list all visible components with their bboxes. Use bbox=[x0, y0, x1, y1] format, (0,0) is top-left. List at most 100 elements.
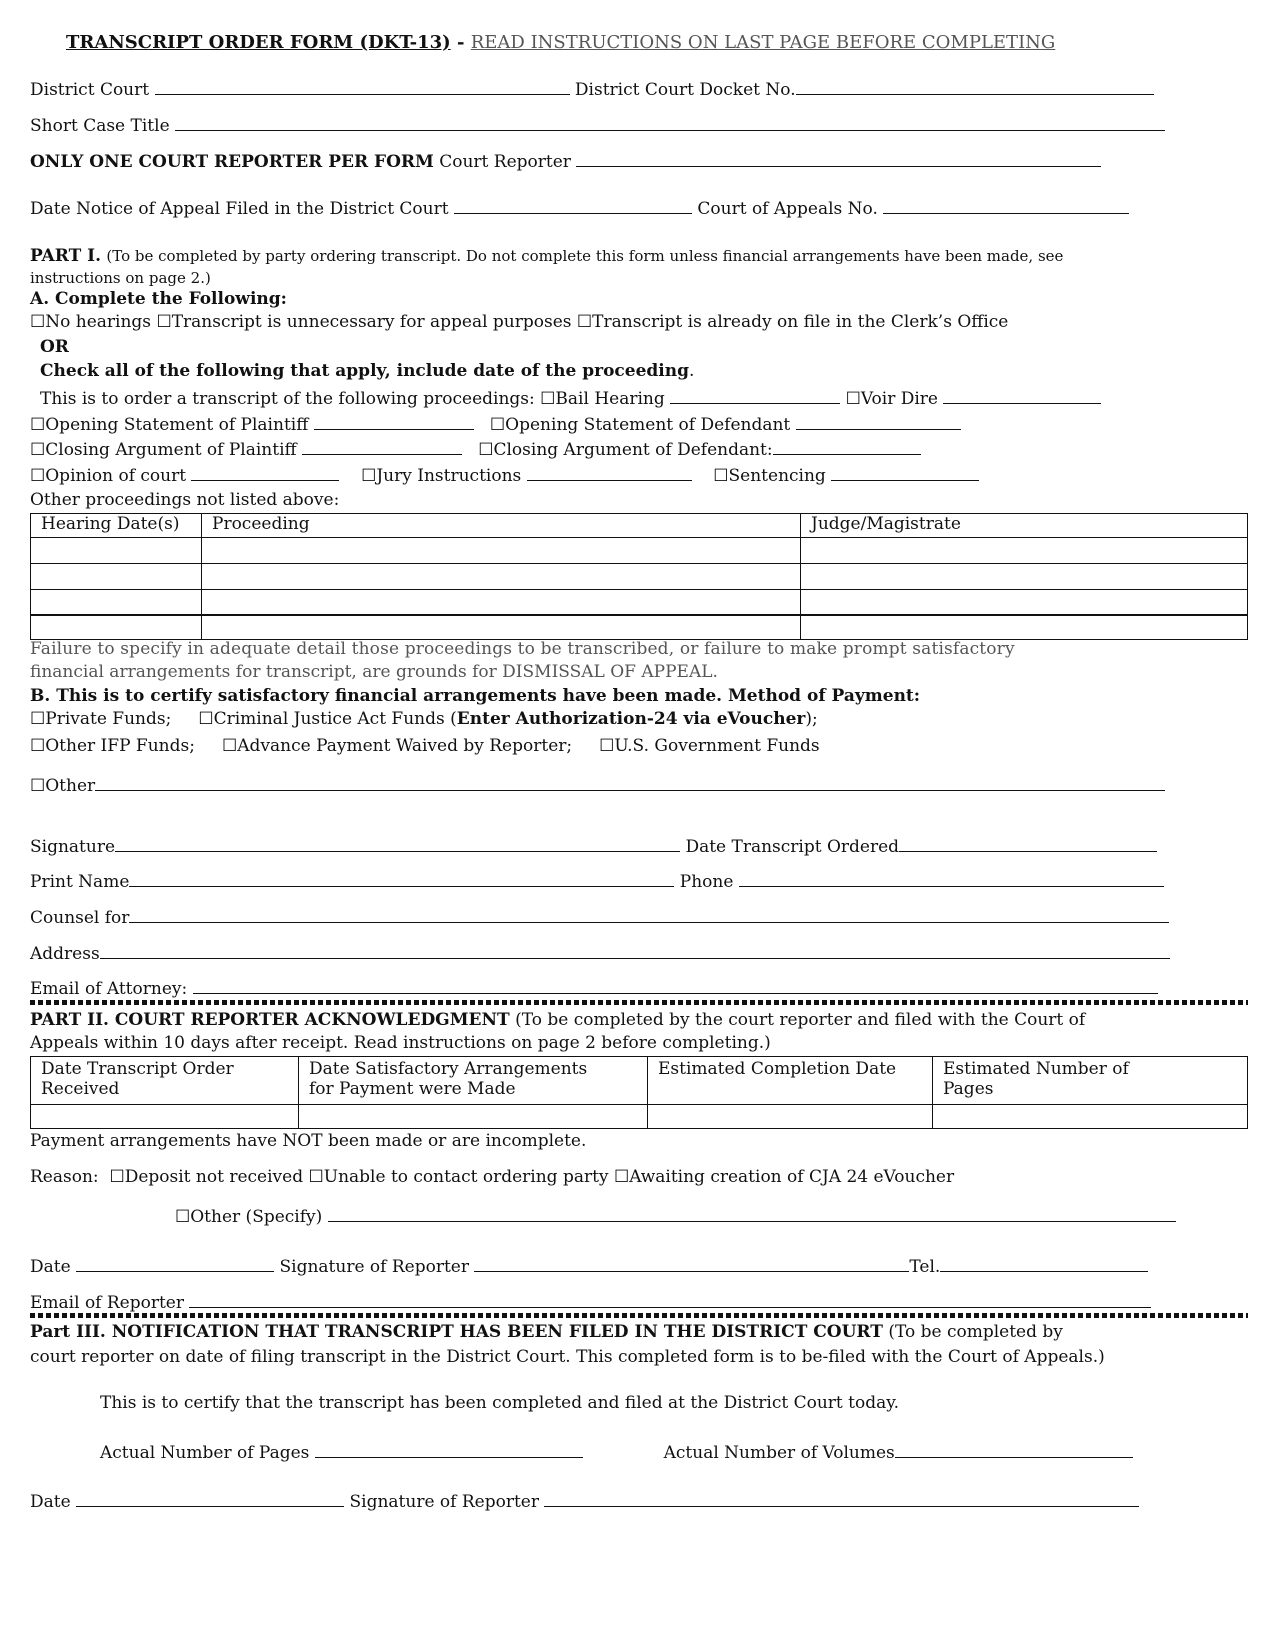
filing-date-label: Date bbox=[30, 1492, 71, 1512]
transcript-unnecessary-label: Transcript is unnecessary for appeal pur… bbox=[171, 312, 572, 332]
bail-hearing-date-field[interactable] bbox=[670, 387, 841, 404]
notice-date-field[interactable] bbox=[453, 197, 692, 214]
filing-date-field[interactable] bbox=[76, 1490, 345, 1507]
proceeding-cell[interactable] bbox=[201, 563, 801, 590]
payment-other-field[interactable] bbox=[95, 774, 1166, 791]
reason-other-field[interactable] bbox=[327, 1205, 1176, 1222]
transcript-on-file-checkbox[interactable]: ☐Transcript is already on file in the Cl… bbox=[577, 312, 1008, 332]
header-line: Received bbox=[41, 1079, 120, 1099]
closing-defendant-date-field[interactable] bbox=[772, 438, 921, 455]
docket-no-field[interactable] bbox=[795, 78, 1154, 95]
jury-instructions-date-field[interactable] bbox=[526, 464, 692, 481]
checkbox-icon: ☐ bbox=[221, 736, 238, 756]
print-name-row: Print Name Phone bbox=[30, 870, 1164, 892]
form-title: TRANSCRIPT ORDER FORM (DKT-13) - READ IN… bbox=[66, 32, 1055, 53]
part3-intro: Part III. NOTIFICATION THAT TRANSCRIPT H… bbox=[30, 1322, 1063, 1342]
proceeding-cell[interactable] bbox=[201, 589, 801, 615]
reason-other-checkbox[interactable]: ☐Other (Specify) bbox=[175, 1207, 322, 1227]
awaiting-evoucher-checkbox[interactable]: ☐Awaiting creation of CJA 24 eVoucher bbox=[614, 1167, 954, 1187]
checkbox-icon: ☐ bbox=[613, 1167, 630, 1187]
gov-funds-checkbox[interactable]: ☐U.S. Government Funds bbox=[599, 736, 820, 756]
unable-contact-label: Unable to contact ordering party bbox=[323, 1167, 609, 1187]
estimated-pages-cell[interactable] bbox=[932, 1104, 1248, 1129]
payment-row-2: ☐Other IFP Funds; ☐Advance Payment Waive… bbox=[30, 736, 820, 756]
closing-plaintiff-date-field[interactable] bbox=[302, 438, 463, 455]
payment-waived-checkbox[interactable]: ☐Advance Payment Waived by Reporter; bbox=[222, 736, 572, 756]
signature-field[interactable] bbox=[115, 835, 681, 852]
part1-heading: PART I. bbox=[30, 246, 102, 266]
short-case-title-row: Short Case Title bbox=[30, 114, 1166, 136]
table-row bbox=[30, 563, 1248, 590]
reporter-signature-field[interactable] bbox=[474, 1255, 910, 1272]
bail-hearing-checkbox[interactable]: ☐Bail Hearing bbox=[540, 389, 665, 409]
checkbox-icon: ☐ bbox=[109, 1167, 125, 1187]
opening-defendant-date-field[interactable] bbox=[795, 413, 961, 430]
appeals-no-field[interactable] bbox=[883, 197, 1130, 214]
order-received-cell[interactable] bbox=[30, 1104, 299, 1129]
opening-defendant-checkbox[interactable]: ☐Opening Statement of Defendant bbox=[490, 415, 790, 435]
judge-cell[interactable] bbox=[800, 613, 1248, 640]
cja-funds-checkbox[interactable]: ☐Criminal Justice Act Funds (Enter Autho… bbox=[198, 709, 817, 729]
phone-field[interactable] bbox=[738, 870, 1164, 887]
reporter-tel-field[interactable] bbox=[940, 1255, 1149, 1272]
address-field[interactable] bbox=[99, 942, 1170, 959]
payment-row-1: ☐Private Funds; ☐Criminal Justice Act Fu… bbox=[30, 709, 818, 729]
hearing-date-cell[interactable] bbox=[30, 563, 202, 590]
hearing-date-cell[interactable] bbox=[30, 613, 202, 640]
print-name-label: Print Name bbox=[30, 872, 130, 892]
opinion-date-field[interactable] bbox=[191, 464, 340, 481]
ifp-funds-checkbox[interactable]: ☐Other IFP Funds; bbox=[30, 736, 195, 756]
email-attorney-field[interactable] bbox=[192, 977, 1158, 994]
opening-plaintiff-date-field[interactable] bbox=[313, 413, 474, 430]
other-proceedings-table: Hearing Date(s) Proceeding Judge/Magistr… bbox=[30, 513, 1248, 640]
counsel-for-field[interactable] bbox=[129, 906, 1170, 923]
other-proceedings-label: Other proceedings not listed above: bbox=[30, 490, 340, 510]
proceeding-cell[interactable] bbox=[201, 537, 801, 564]
actual-pages-field[interactable] bbox=[314, 1441, 583, 1458]
checkbox-icon: ☐ bbox=[599, 736, 615, 756]
checkbox-icon: ☐ bbox=[175, 1207, 191, 1227]
address-label: Address bbox=[30, 944, 100, 964]
header-proceeding: Proceeding bbox=[201, 513, 801, 538]
voir-dire-date-field[interactable] bbox=[943, 387, 1102, 404]
part2-intro: PART II. COURT REPORTER ACKNOWLEDGMENT (… bbox=[30, 1010, 1085, 1030]
print-name-field[interactable] bbox=[129, 870, 675, 887]
payment-other-label: Other bbox=[45, 776, 96, 796]
court-reporter-field[interactable] bbox=[576, 150, 1102, 167]
sentencing-checkbox[interactable]: ☐Sentencing bbox=[713, 466, 826, 486]
checkbox-icon: ☐ bbox=[308, 1167, 324, 1187]
deposit-not-received-checkbox[interactable]: ☐Deposit not received bbox=[109, 1167, 303, 1187]
date-ordered-field[interactable] bbox=[899, 835, 1158, 852]
unable-contact-checkbox[interactable]: ☐Unable to contact ordering party bbox=[309, 1167, 609, 1187]
transcript-unnecessary-checkbox[interactable]: ☐Transcript is unnecessary for appeal pu… bbox=[156, 312, 571, 332]
sentencing-date-field[interactable] bbox=[831, 464, 980, 481]
district-court-field[interactable] bbox=[154, 78, 570, 95]
filing-signature-row: Date Signature of Reporter bbox=[30, 1490, 1140, 1512]
reporter-date-field[interactable] bbox=[76, 1255, 275, 1272]
short-case-title-field[interactable] bbox=[175, 114, 1166, 131]
hearing-date-cell[interactable] bbox=[30, 537, 202, 564]
proceeding-cell[interactable] bbox=[201, 613, 801, 640]
judge-cell[interactable] bbox=[800, 563, 1248, 590]
hearing-date-cell[interactable] bbox=[30, 589, 202, 615]
voir-dire-checkbox[interactable]: ☐Voir Dire bbox=[846, 389, 938, 409]
header-estimated-completion: Estimated Completion Date bbox=[647, 1056, 933, 1105]
filing-signature-field[interactable] bbox=[544, 1490, 1140, 1507]
ifp-funds-label: Other IFP Funds; bbox=[45, 736, 195, 756]
sentencing-label: Sentencing bbox=[728, 466, 826, 486]
no-hearings-checkbox[interactable]: ☐No hearings bbox=[30, 312, 151, 332]
closing-defendant-checkbox[interactable]: ☐Closing Argument of Defendant: bbox=[478, 440, 772, 460]
jury-instructions-checkbox[interactable]: ☐Jury Instructions bbox=[361, 466, 521, 486]
opinion-checkbox[interactable]: ☐Opinion of court bbox=[30, 466, 186, 486]
estimated-completion-cell[interactable] bbox=[647, 1104, 933, 1129]
arrangements-made-cell[interactable] bbox=[298, 1104, 648, 1129]
title-separator: - bbox=[450, 32, 471, 53]
payment-other-checkbox[interactable]: ☐Other bbox=[30, 776, 95, 796]
email-reporter-field[interactable] bbox=[189, 1291, 1152, 1308]
judge-cell[interactable] bbox=[800, 537, 1248, 564]
private-funds-checkbox[interactable]: ☐Private Funds; bbox=[30, 709, 171, 729]
actual-volumes-field[interactable] bbox=[894, 1441, 1133, 1458]
judge-cell[interactable] bbox=[800, 589, 1248, 615]
opening-plaintiff-checkbox[interactable]: ☐Opening Statement of Plaintiff bbox=[30, 415, 308, 435]
closing-plaintiff-checkbox[interactable]: ☐Closing Argument of Plaintiff bbox=[30, 440, 297, 460]
